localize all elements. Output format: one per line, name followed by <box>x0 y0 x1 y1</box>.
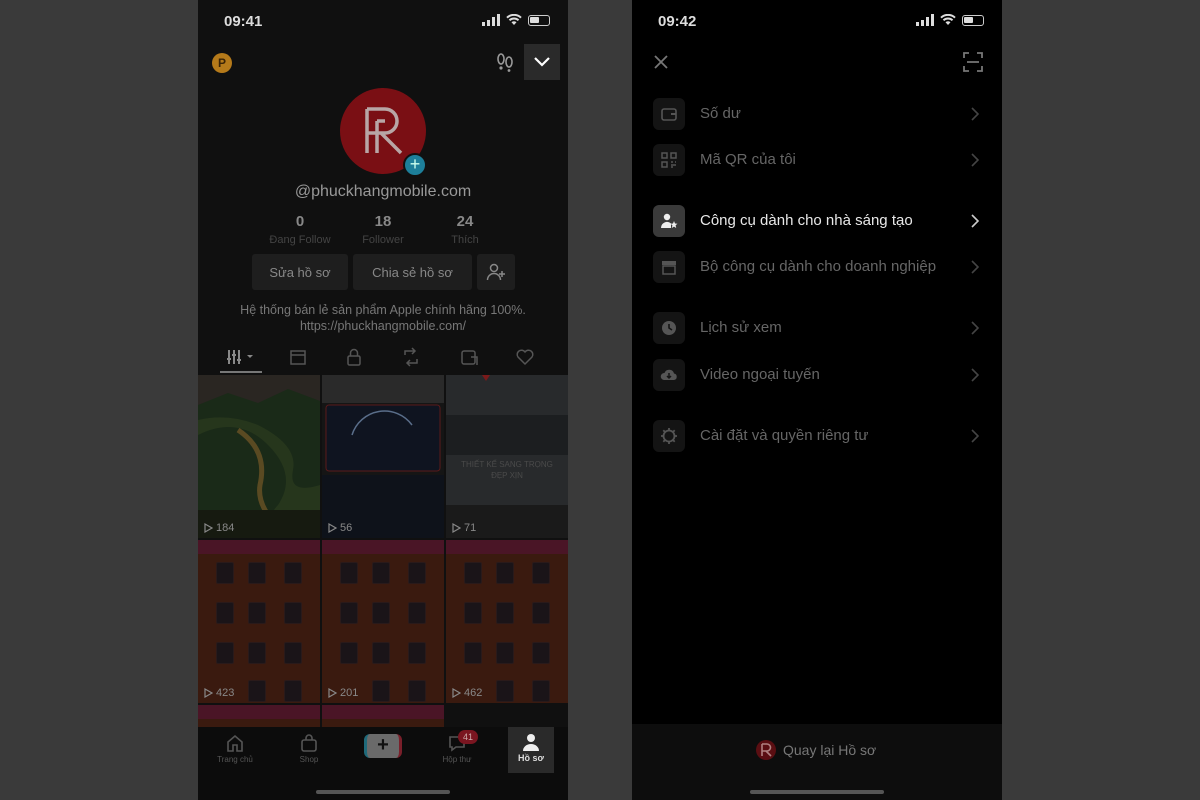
bio-link[interactable]: https://phuckhangmobile.com/ <box>198 318 568 334</box>
scan-icon[interactable] <box>962 51 984 73</box>
play-icon <box>452 688 461 698</box>
chevron-right-icon <box>971 260 980 274</box>
profile-screen: 09:41 P + @phuckhangmobile.com 0 Đang Fo… <box>198 0 568 800</box>
video-thumbnail[interactable]: 423 <box>198 540 320 703</box>
menu-item-settings-privacy[interactable]: Cài đặt và quyền riêng tư <box>632 413 1002 459</box>
inbox-badge: 41 <box>458 730 478 744</box>
menu-sheet-screen: 09:42 Số dư Mã QR của tôi Công cụ dành c… <box>632 0 1002 800</box>
add-user-icon <box>486 263 505 281</box>
account-switch-button[interactable] <box>524 44 560 80</box>
store-icon <box>662 261 676 275</box>
video-grid: 184 56 THIẾT KẾ SANG TRỌNG ĐẸP XỊN 71 42… <box>198 375 568 730</box>
tab-favorites-icon[interactable] <box>459 347 479 367</box>
tab-private-lock-icon[interactable] <box>344 347 364 367</box>
tab-profile[interactable]: Hồ sơ <box>508 727 554 773</box>
wifi-icon <box>940 14 956 25</box>
shopping-bag-icon <box>301 734 317 752</box>
status-bar: 09:41 <box>198 0 568 44</box>
signal-icon <box>482 14 500 26</box>
wifi-icon <box>506 14 522 25</box>
footprints-icon[interactable] <box>494 51 516 73</box>
video-thumbnail[interactable]: THIẾT KẾ SANG TRỌNG ĐẸP XỊN 71 <box>446 375 568 538</box>
active-tab-indicator <box>220 371 262 373</box>
menu-item-watch-history[interactable]: Lịch sử xem <box>632 305 1002 351</box>
clock-icon <box>662 321 676 335</box>
stat-following[interactable]: 0 Đang Follow <box>255 213 345 246</box>
play-icon <box>204 523 213 533</box>
chevron-right-icon <box>971 368 980 382</box>
chevron-right-icon <box>971 153 980 167</box>
stat-followers[interactable]: 18 Follower <box>338 213 428 246</box>
home-icon <box>227 734 243 752</box>
menu-item-my-qr-code[interactable]: Mã QR của tôi <box>632 137 1002 183</box>
chevron-down-icon <box>534 57 550 67</box>
menu-item-creator-tools[interactable]: Công cụ dành cho nhà sáng tạo <box>632 198 1002 244</box>
back-to-profile-button[interactable]: Quay lại Hồ sơ <box>632 724 1002 800</box>
play-icon <box>452 523 461 533</box>
video-overlay-text: THIẾT KẾ SANG TRỌNG ĐẸP XỊN <box>461 460 553 480</box>
play-icon <box>328 688 337 698</box>
tab-home[interactable]: Trang chủ <box>210 733 260 764</box>
username: @phuckhangmobile.com <box>294 183 472 200</box>
tab-shop[interactable]: Shop <box>284 733 334 764</box>
profile-tabs <box>198 343 568 373</box>
tab-liked-heart-icon[interactable] <box>515 347 535 367</box>
status-time: 09:41 <box>224 13 263 30</box>
bottom-tab-bar: Trang chủ Shop + Hộp thư 41 Hồ sơ <box>198 727 568 800</box>
creator-star-icon <box>660 213 678 228</box>
profile-bio: Hệ thống bán lẻ sản phẩm Apple chính hãn… <box>198 302 568 334</box>
chevron-right-icon <box>971 107 980 121</box>
home-indicator <box>750 790 884 794</box>
settings-gear-icon <box>661 428 677 444</box>
profile-stats: 0 Đang Follow 18 Follower 24 Thích <box>198 213 568 253</box>
wallet-icon <box>661 108 677 121</box>
close-icon[interactable] <box>652 53 670 71</box>
product-design-thumbnail <box>446 375 568 538</box>
qr-code-icon <box>661 152 677 168</box>
video-thumbnail[interactable]: 201 <box>322 540 444 703</box>
add-avatar-button[interactable]: + <box>403 153 427 177</box>
video-thumbnail[interactable]: 184 <box>198 375 320 538</box>
chevron-right-icon <box>971 321 980 335</box>
battery-icon <box>528 14 550 26</box>
cloud-download-icon <box>660 369 677 380</box>
status-bar: 09:42 <box>632 0 1002 44</box>
home-indicator <box>316 790 450 794</box>
stat-likes[interactable]: 24 Thích <box>420 213 510 246</box>
video-thumbnail[interactable]: 56 <box>322 375 444 538</box>
play-icon <box>328 523 337 533</box>
brand-logo-icon <box>756 740 776 760</box>
share-profile-button[interactable]: Chia sẻ hồ sơ <box>353 254 472 290</box>
mountain-road-thumbnail <box>198 375 320 538</box>
tab-shop-icon[interactable] <box>288 347 308 367</box>
menu-item-balance[interactable]: Số dư <box>632 91 1002 137</box>
status-time: 09:42 <box>658 13 697 30</box>
tab-videos-grid-icon[interactable] <box>226 347 258 367</box>
chevron-right-icon <box>971 214 980 228</box>
signal-icon <box>916 14 934 26</box>
menu-item-business-suite[interactable]: Bộ công cụ dành cho doanh nghiệp <box>632 244 1002 290</box>
create-video-button[interactable]: + <box>364 734 402 758</box>
add-friend-button[interactable] <box>477 254 515 290</box>
video-thumbnail[interactable]: 462 <box>446 540 568 703</box>
phone-closeup-thumbnail <box>322 375 444 538</box>
coin-icon[interactable]: P <box>212 53 232 73</box>
play-icon <box>204 688 213 698</box>
battery-icon <box>962 14 984 26</box>
profile-person-icon <box>523 734 539 751</box>
brand-logo-icon <box>365 107 403 155</box>
edit-profile-button[interactable]: Sửa hồ sơ <box>252 254 348 290</box>
chevron-right-icon <box>971 429 980 443</box>
menu-item-offline-videos[interactable]: Video ngoại tuyến <box>632 352 1002 398</box>
tab-reposts-icon[interactable] <box>401 347 421 367</box>
